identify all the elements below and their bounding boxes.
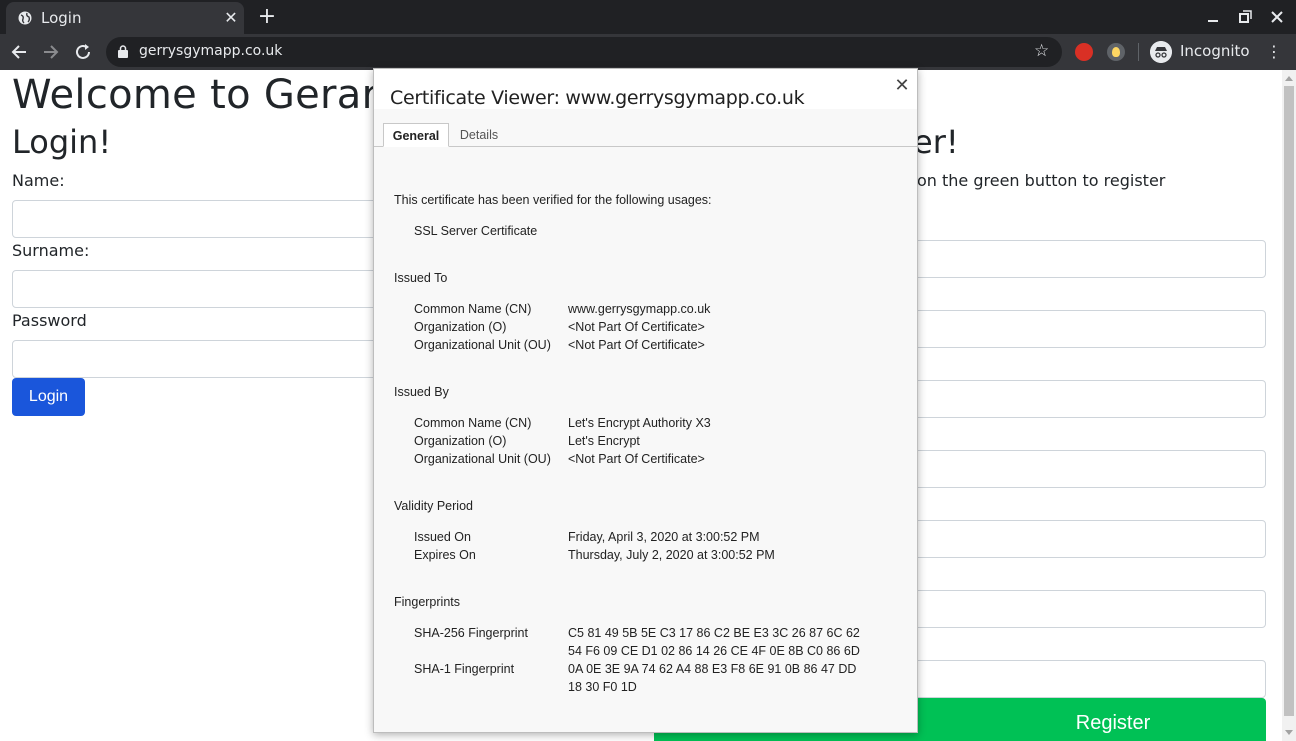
issued-to-heading: Issued To xyxy=(394,271,448,285)
bookmark-star-icon[interactable]: ☆ xyxy=(1034,42,1052,60)
issued-by-ou-value: <Not Part Of Certificate> xyxy=(568,452,705,466)
surname-label: Surname: xyxy=(12,241,90,260)
page-scrollbar[interactable] xyxy=(1282,70,1296,741)
tab-title: Login xyxy=(41,9,82,27)
issued-to-ou-label: Organizational Unit (OU) xyxy=(414,338,551,352)
issued-on-label: Issued On xyxy=(414,530,471,544)
scroll-up-arrow-icon[interactable] xyxy=(1285,76,1293,81)
profile-label[interactable]: Incognito xyxy=(1180,42,1250,60)
url-text[interactable]: gerrysgymapp.co.uk xyxy=(139,43,282,59)
back-arrow-icon[interactable] xyxy=(8,41,30,63)
name-label: Name: xyxy=(12,171,65,190)
tab-details[interactable]: Details xyxy=(454,123,504,147)
issued-by-o-label: Organization (O) xyxy=(414,434,507,448)
sha256-label: SHA-256 Fingerprint xyxy=(414,626,528,640)
lock-icon[interactable] xyxy=(118,45,128,58)
extension-bulb-icon[interactable] xyxy=(1107,43,1125,61)
page-title: Welcome to Gerardo xyxy=(12,72,429,118)
register-button-label: Register xyxy=(1075,712,1151,734)
tab-general[interactable]: General xyxy=(383,123,449,147)
new-tab-button[interactable]: + xyxy=(256,6,278,28)
address-bar[interactable]: gerrysgymapp.co.uk ☆ xyxy=(106,37,1062,67)
forward-arrow-icon[interactable] xyxy=(40,41,62,63)
dialog-title: Certificate Viewer: www.gerrysgymapp.co.… xyxy=(390,87,805,109)
sha1-label: SHA-1 Fingerprint xyxy=(414,662,515,676)
minimize-icon[interactable] xyxy=(1204,8,1222,26)
globe-icon xyxy=(18,11,32,25)
issued-to-o-label: Organization (O) xyxy=(414,320,507,334)
login-heading: Login! xyxy=(12,123,112,161)
issued-to-ou-value: <Not Part Of Certificate> xyxy=(568,338,705,352)
register-hint: on the green button to register xyxy=(917,171,1166,190)
verified-text: This certificate has been verified for t… xyxy=(394,193,712,207)
browser-toolbar: gerrysgymapp.co.uk ☆ Incognito ⋮ xyxy=(0,34,1296,70)
validity-heading: Validity Period xyxy=(394,499,473,513)
sha1-value-line1: 0A 0E 3E 9A 74 62 A4 88 E3 F8 6E 91 0B 8… xyxy=(568,662,857,676)
usage-value: SSL Server Certificate xyxy=(414,224,538,238)
issued-by-heading: Issued By xyxy=(394,385,449,399)
sha256-value-line1: C5 81 49 5B 5E C3 17 86 C2 BE E3 3C 26 8… xyxy=(568,626,860,640)
issued-by-cn-value: Let's Encrypt Authority X3 xyxy=(568,416,711,430)
certificate-viewer-dialog: Certificate Viewer: www.gerrysgymapp.co.… xyxy=(373,68,918,733)
issued-by-ou-label: Organizational Unit (OU) xyxy=(414,452,551,466)
expires-on-value: Thursday, July 2, 2020 at 3:00:52 PM xyxy=(568,548,775,562)
toolbar-separator xyxy=(1138,43,1139,61)
extension-hand-icon[interactable] xyxy=(1075,43,1093,61)
menu-kebab-icon[interactable]: ⋮ xyxy=(1266,42,1282,62)
tab-strip: Login ✕ + xyxy=(0,0,1296,34)
sha256-value-line2: 54 F6 09 CE D1 02 86 14 26 CE 4F 0E 8B C… xyxy=(568,644,860,658)
issued-by-cn-label: Common Name (CN) xyxy=(414,416,532,430)
scroll-thumb[interactable] xyxy=(1284,86,1294,716)
issued-to-o-value: <Not Part Of Certificate> xyxy=(568,320,705,334)
incognito-icon[interactable] xyxy=(1150,41,1172,63)
close-tab-icon[interactable]: ✕ xyxy=(221,8,241,28)
password-label: Password xyxy=(12,311,87,330)
close-dialog-icon[interactable]: ✕ xyxy=(893,76,911,94)
issued-to-cn-label: Common Name (CN) xyxy=(414,302,532,316)
register-heading: er! xyxy=(913,123,959,161)
sha1-value-line2: 18 30 F0 1D xyxy=(568,680,637,694)
scroll-down-arrow-icon[interactable] xyxy=(1285,730,1293,735)
issued-to-cn-value: www.gerrysgymapp.co.uk xyxy=(568,302,711,316)
issued-by-o-value: Let's Encrypt xyxy=(568,434,640,448)
close-window-icon[interactable] xyxy=(1268,8,1286,26)
browser-tab[interactable]: Login ✕ xyxy=(6,2,244,34)
fingerprints-heading: Fingerprints xyxy=(394,595,460,609)
expires-on-label: Expires On xyxy=(414,548,476,562)
login-button[interactable]: Login xyxy=(12,378,85,416)
reload-icon[interactable] xyxy=(72,41,94,63)
maximize-icon[interactable] xyxy=(1236,8,1254,26)
issued-on-value: Friday, April 3, 2020 at 3:00:52 PM xyxy=(568,530,760,544)
